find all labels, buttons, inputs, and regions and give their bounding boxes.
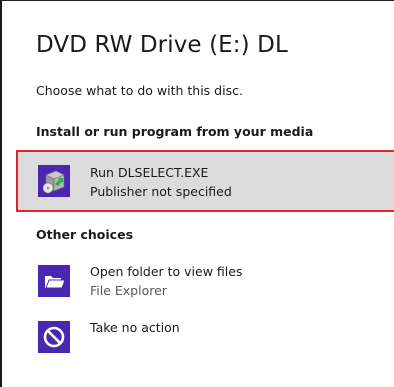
- run-program-label: Run DLSELECT.EXE: [90, 165, 209, 180]
- section-heading-other: Other choices: [36, 227, 134, 242]
- folder-open-icon: [38, 265, 70, 297]
- dialog-title: DVD RW Drive (E:) DL: [36, 32, 288, 58]
- open-folder-option[interactable]: Open folder to view files File Explorer: [16, 259, 394, 309]
- open-folder-label: Open folder to view files: [90, 264, 243, 279]
- run-program-publisher: Publisher not specified: [90, 184, 232, 199]
- no-action-icon: [38, 321, 70, 353]
- run-program-option[interactable]: Run DLSELECT.EXE Publisher not specified: [16, 150, 394, 212]
- take-no-action-option[interactable]: Take no action: [16, 315, 394, 365]
- section-heading-install: Install or run program from your media: [36, 124, 314, 139]
- take-no-action-label: Take no action: [90, 320, 180, 335]
- autoplay-panel: DVD RW Drive (E:) DL Choose what to do w…: [0, 0, 394, 387]
- open-folder-app: File Explorer: [90, 283, 167, 298]
- setup-program-icon: [38, 165, 70, 197]
- dialog-prompt: Choose what to do with this disc.: [36, 83, 243, 98]
